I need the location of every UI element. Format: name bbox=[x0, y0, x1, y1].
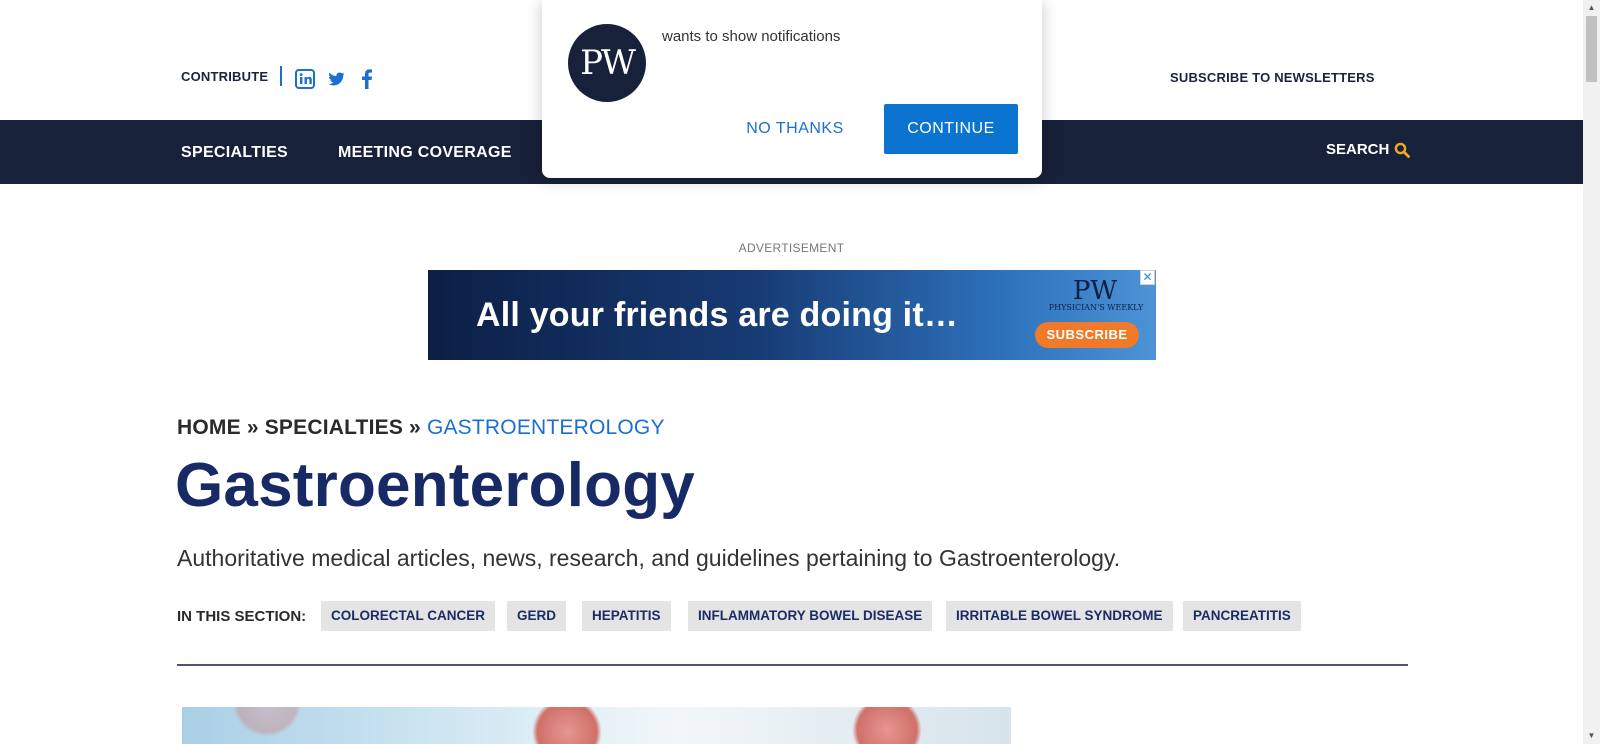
section-link-gerd[interactable]: GERD bbox=[507, 601, 567, 631]
ad-headline: All your friends are doing it… bbox=[476, 296, 959, 334]
section-label: IN THIS SECTION: bbox=[177, 608, 307, 625]
notification-prompt: PW wants to show notifications NO THANKS… bbox=[542, 0, 1042, 178]
breadcrumb-home[interactable]: HOME bbox=[177, 416, 241, 439]
ad-banner[interactable]: All your friends are doing it… PW PHYSIC… bbox=[428, 270, 1156, 360]
site-logo: PW bbox=[568, 24, 646, 102]
notification-message: wants to show notifications bbox=[662, 28, 841, 45]
image-detail bbox=[532, 707, 602, 744]
featured-article-image[interactable] bbox=[182, 707, 1011, 744]
ad-close-icon[interactable]: ✕ bbox=[1140, 270, 1155, 285]
ad-subscribe-button[interactable]: SUBSCRIBE bbox=[1035, 322, 1139, 348]
image-detail bbox=[232, 707, 302, 737]
subscribe-newsletters-link[interactable]: SUBSCRIBE TO NEWSLETTERS bbox=[1170, 70, 1375, 85]
section-link-irritable-bowel-syndrome[interactable]: IRRITABLE BOWEL SYNDROME bbox=[946, 601, 1173, 631]
section-link-colorectal-cancer[interactable]: COLORECTAL CANCER bbox=[321, 601, 495, 631]
nav-item-specialties[interactable]: SPECIALTIES bbox=[181, 144, 288, 162]
section-divider bbox=[177, 664, 1408, 666]
ad-logo-subtitle: PHYSICIAN'S WEEKLY bbox=[1048, 303, 1144, 312]
twitter-icon[interactable] bbox=[326, 69, 346, 89]
section-link-hepatitis[interactable]: HEPATITIS bbox=[582, 601, 671, 631]
section-link-inflammatory-bowel-disease[interactable]: INFLAMMATORY BOWEL DISEASE bbox=[688, 601, 933, 631]
scroll-up-icon[interactable]: ▲ bbox=[1583, 0, 1600, 16]
scroll-down-icon[interactable]: ▼ bbox=[1583, 728, 1600, 744]
continue-button[interactable]: CONTINUE bbox=[884, 104, 1018, 154]
linkedin-icon[interactable] bbox=[295, 69, 315, 89]
section-link-pancreatitis[interactable]: PANCREATITIS bbox=[1183, 601, 1301, 631]
scroll-thumb[interactable] bbox=[1586, 16, 1597, 82]
page-title: Gastroenterology bbox=[175, 451, 695, 520]
search-label: SEARCH bbox=[1326, 141, 1390, 158]
facebook-icon[interactable] bbox=[357, 69, 377, 89]
breadcrumb-separator: » bbox=[246, 416, 259, 439]
scrollbar[interactable]: ▲ ▼ bbox=[1583, 0, 1600, 744]
search-icon bbox=[1395, 142, 1411, 158]
no-thanks-button[interactable]: NO THANKS bbox=[740, 104, 850, 154]
breadcrumb-separator: » bbox=[409, 416, 421, 439]
image-detail bbox=[852, 707, 922, 744]
nav-item-meeting-coverage[interactable]: MEETING COVERAGE bbox=[338, 144, 512, 162]
search-button[interactable]: SEARCH bbox=[1326, 141, 1411, 158]
page-description: Authoritative medical articles, news, re… bbox=[177, 545, 1121, 571]
divider bbox=[280, 66, 282, 86]
contribute-link[interactable]: CONTRIBUTE bbox=[181, 69, 268, 84]
breadcrumb-current[interactable]: GASTROENTEROLOGY bbox=[427, 416, 665, 439]
breadcrumb: HOME» SPECIALTIES» GASTROENTEROLOGY bbox=[177, 416, 665, 440]
ad-logo: PW bbox=[1072, 276, 1118, 306]
advertisement-label: ADVERTISEMENT bbox=[738, 241, 845, 255]
breadcrumb-specialties[interactable]: SPECIALTIES bbox=[265, 416, 403, 439]
